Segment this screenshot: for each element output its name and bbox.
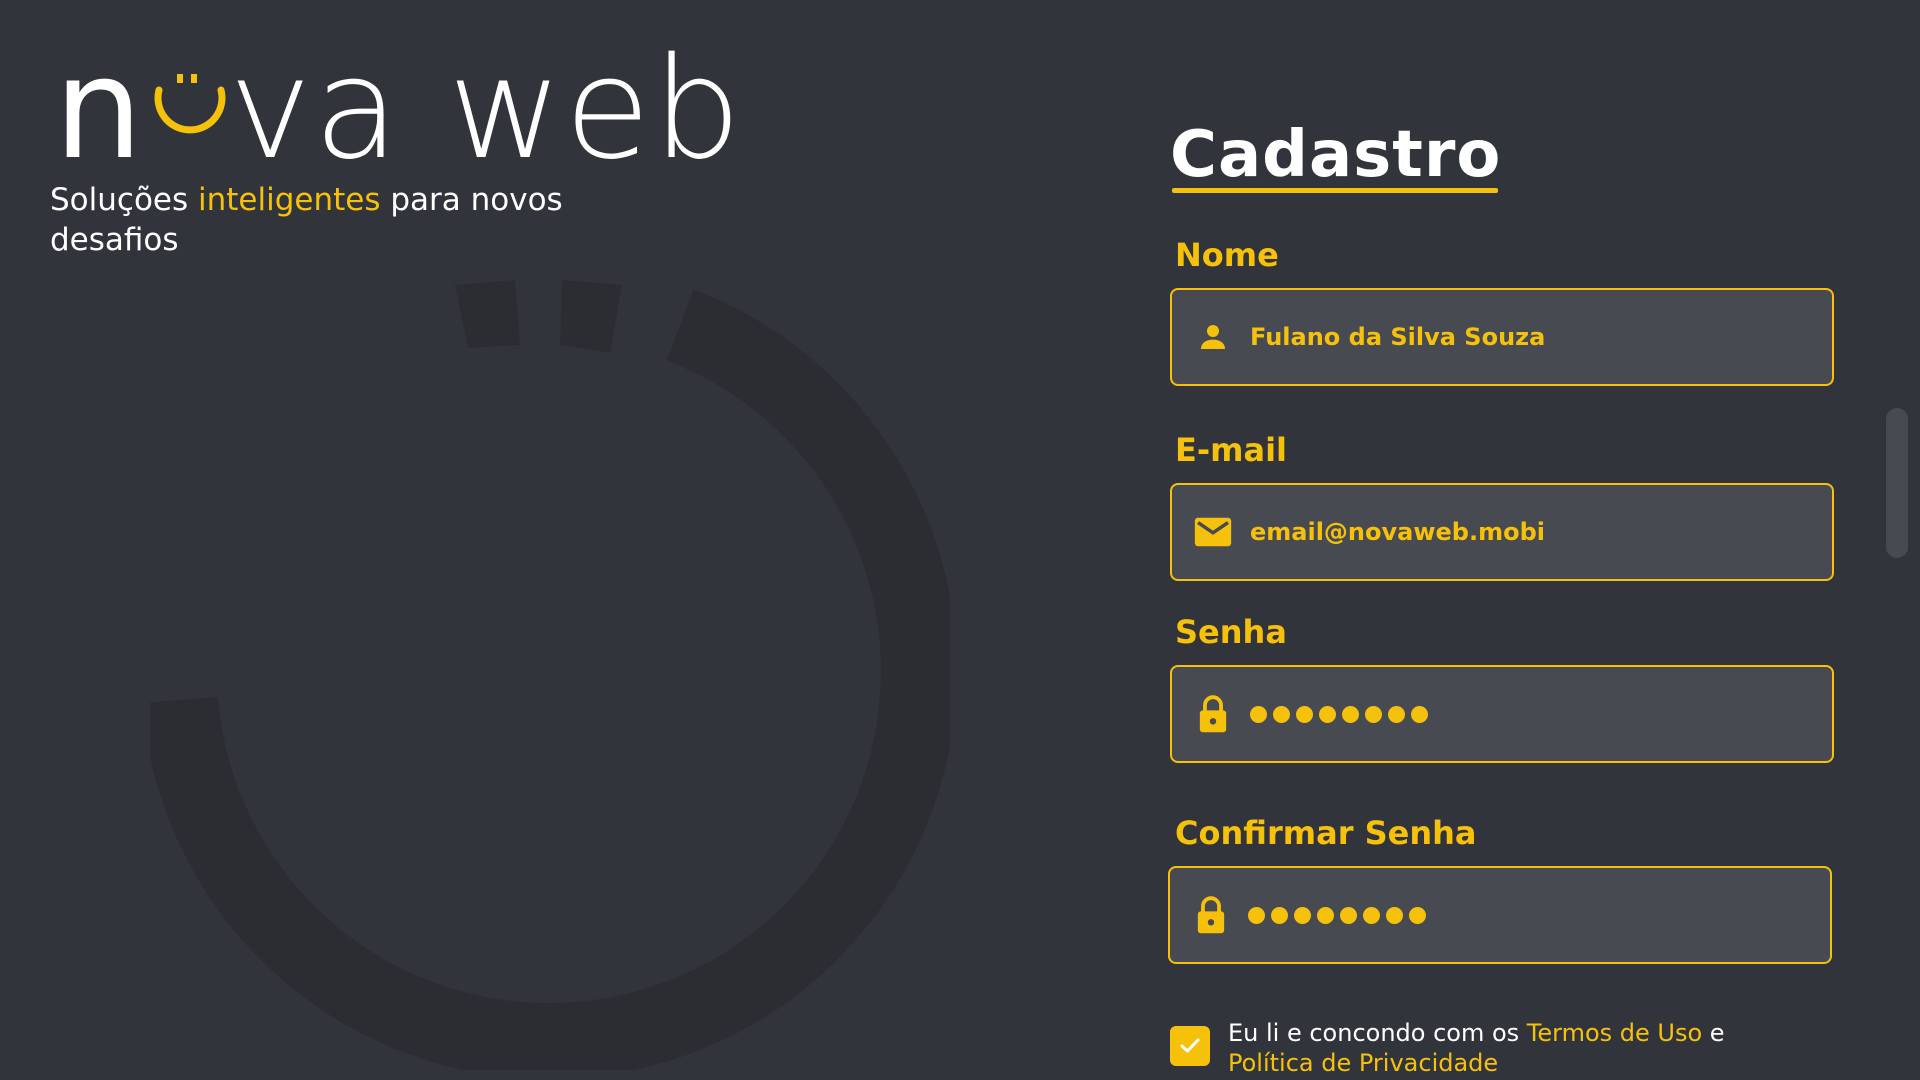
logo-text-rest: va web xyxy=(228,28,744,191)
lock-icon xyxy=(1194,695,1232,733)
terms-of-use-link[interactable]: Termos de Uso xyxy=(1527,1019,1702,1047)
background-mark-dot-right xyxy=(560,280,622,353)
confirm-password-input[interactable] xyxy=(1248,906,1426,924)
tagline-prefix: Soluções xyxy=(50,182,198,218)
form-title-underline xyxy=(1172,188,1498,193)
novaweb-logo: n va web xyxy=(54,40,741,180)
user-icon xyxy=(1194,318,1232,356)
confirm-password-label: Confirmar Senha xyxy=(1175,814,1477,852)
terms-checkbox[interactable] xyxy=(1170,1026,1210,1066)
name-input[interactable] xyxy=(1250,317,1832,357)
scrollbar[interactable] xyxy=(1886,408,1908,558)
tagline-accent: inteligentes xyxy=(198,182,381,218)
email-field[interactable] xyxy=(1170,483,1834,581)
tagline: Soluções inteligentes para novos desafio… xyxy=(50,180,610,260)
terms-text-middle: e xyxy=(1702,1019,1725,1047)
form-title: Cadastro xyxy=(1170,118,1502,192)
password-label: Senha xyxy=(1175,613,1287,651)
name-field[interactable] xyxy=(1170,288,1834,386)
logo-text-n: n xyxy=(54,28,145,191)
email-input[interactable] xyxy=(1250,512,1832,552)
confirm-password-field[interactable] xyxy=(1168,866,1832,964)
terms-text-prefix: Eu li e concondo com os xyxy=(1228,1019,1527,1047)
logo-o-smile-icon xyxy=(145,40,229,140)
terms-agreement: Eu li e concondo com os Termos de Uso e … xyxy=(1170,1019,1834,1080)
password-input[interactable] xyxy=(1250,705,1428,723)
mail-icon xyxy=(1194,513,1232,551)
signup-form: Cadastro Nome E-mail Senha xyxy=(1168,0,1840,1080)
check-icon xyxy=(1180,1038,1200,1053)
name-label: Nome xyxy=(1175,236,1279,274)
terms-text: Eu li e concondo com os Termos de Uso e … xyxy=(1228,1018,1788,1078)
privacy-policy-link[interactable]: Política de Privacidade xyxy=(1228,1049,1498,1077)
signup-page: n va web Soluções inteligentes para novo… xyxy=(0,0,1920,1080)
password-field[interactable] xyxy=(1170,665,1834,763)
email-label: E-mail xyxy=(1175,431,1288,469)
lock-icon xyxy=(1192,896,1230,934)
